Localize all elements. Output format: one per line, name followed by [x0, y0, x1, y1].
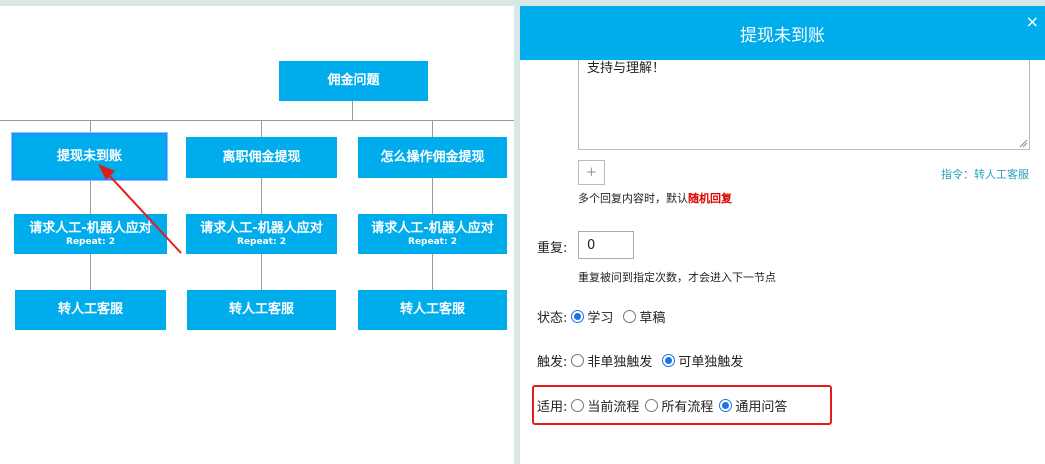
option-label: 通用问答: [735, 400, 788, 415]
reply-hint: 多个回复内容时，默认随机回复: [578, 190, 732, 206]
flow-node-branch-3[interactable]: 怎么操作佣金提现: [358, 137, 507, 178]
command-link[interactable]: 指令：转人工客服: [941, 166, 1029, 182]
apply-option-general-qa[interactable]: 通用问答: [719, 396, 787, 415]
node-label: 怎么操作佣金提现: [380, 149, 485, 165]
status-option-draft[interactable]: 草稿: [623, 307, 665, 326]
connector: [432, 120, 433, 138]
add-reply-button[interactable]: +: [578, 160, 605, 185]
option-label: 非单独触发: [587, 355, 653, 370]
node-sublabel: Repeat: 2: [237, 236, 286, 247]
connector: [352, 101, 353, 121]
node-label: 请求人工-机器人应对: [200, 220, 323, 236]
connector: [261, 120, 262, 138]
flow-node-robot-3[interactable]: 请求人工-机器人应对 Repeat: 2: [358, 214, 507, 254]
apply-option-current-flow[interactable]: 当前流程: [571, 396, 639, 415]
connector: [0, 120, 514, 121]
option-label: 可单独触发: [678, 355, 744, 370]
apply-row: 适用: 当前流程 所有流程 通用问答: [537, 396, 793, 415]
repeat-input[interactable]: [578, 231, 634, 259]
repeat-hint: 重复被问到指定次数，才会进入下一节点: [578, 271, 776, 284]
radio-icon[interactable]: [623, 310, 637, 323]
flow-node-leaf-2[interactable]: 转人工客服: [187, 290, 336, 330]
radio-icon[interactable]: [571, 354, 585, 367]
radio-icon[interactable]: [571, 399, 585, 412]
node-sublabel: Repeat: 2: [408, 236, 457, 247]
trigger-option-standalone[interactable]: 可单独触发: [662, 351, 743, 370]
panel-header: 提现未到账 ×: [520, 6, 1045, 60]
flow-node-branch-1[interactable]: 提现未到账: [12, 133, 167, 180]
flow-node-leaf-1[interactable]: 转人工客服: [15, 290, 166, 330]
panel-title: 提现未到账: [740, 25, 825, 46]
repeat-label: 重复:: [537, 241, 568, 256]
option-label: 草稿: [639, 311, 666, 326]
connector: [90, 254, 91, 290]
flow-node-robot-2[interactable]: 请求人工-机器人应对 Repeat: 2: [186, 214, 337, 254]
hint-text: 多个回复内容时，默认: [578, 192, 688, 205]
close-icon[interactable]: ×: [1026, 14, 1039, 30]
option-label: 当前流程: [587, 400, 640, 415]
node-label: 提现未到账: [56, 148, 122, 164]
connector: [261, 254, 262, 290]
flow-node-leaf-3[interactable]: 转人工客服: [358, 290, 507, 330]
radio-icon[interactable]: [571, 310, 585, 323]
option-label: 学习: [587, 311, 614, 326]
node-label: 佣金问题: [327, 73, 380, 88]
option-label: 所有流程: [661, 400, 714, 415]
trigger-row: 触发: 非单独触发 可单独触发: [537, 351, 749, 370]
radio-icon[interactable]: [719, 399, 733, 412]
node-edit-panel: 提现未到账 × 支持与理解！ + 指令：转人工客服 多个回复内容时，默认随机回复…: [520, 6, 1045, 464]
node-label: 转人工客服: [57, 302, 123, 317]
flow-node-root[interactable]: 佣金问题: [279, 61, 428, 101]
flow-canvas[interactable]: 佣金问题 提现未到账 请求人工-机器人应对 Repeat: 2 转人工客服 离职…: [0, 6, 514, 464]
resize-grip-icon[interactable]: [1018, 138, 1028, 148]
hint-emphasis: 随机回复: [688, 192, 732, 205]
apply-label: 适用:: [537, 400, 568, 415]
node-label: 请求人工-机器人应对: [371, 220, 494, 236]
node-label: 转人工客服: [228, 302, 294, 317]
node-label: 请求人工-机器人应对: [29, 220, 152, 236]
status-option-learn[interactable]: 学习: [571, 307, 613, 326]
connector: [261, 178, 262, 214]
status-label: 状态:: [537, 311, 568, 326]
connector: [432, 254, 433, 290]
node-label: 离职佣金提现: [222, 149, 301, 165]
flow-node-robot-1[interactable]: 请求人工-机器人应对 Repeat: 2: [14, 214, 167, 254]
radio-icon[interactable]: [645, 399, 659, 412]
status-row: 状态: 学习 草稿: [537, 307, 671, 326]
trigger-label: 触发:: [537, 355, 568, 370]
connector: [432, 178, 433, 214]
node-label: 转人工客服: [399, 302, 465, 317]
flow-node-branch-2[interactable]: 离职佣金提现: [186, 137, 337, 178]
radio-icon[interactable]: [662, 354, 676, 367]
node-sublabel: Repeat: 2: [66, 236, 115, 247]
connector: [90, 180, 91, 214]
apply-option-all-flows[interactable]: 所有流程: [645, 396, 713, 415]
trigger-option-non-standalone[interactable]: 非单独触发: [571, 351, 652, 370]
reply-textarea[interactable]: 支持与理解！: [578, 60, 1030, 150]
